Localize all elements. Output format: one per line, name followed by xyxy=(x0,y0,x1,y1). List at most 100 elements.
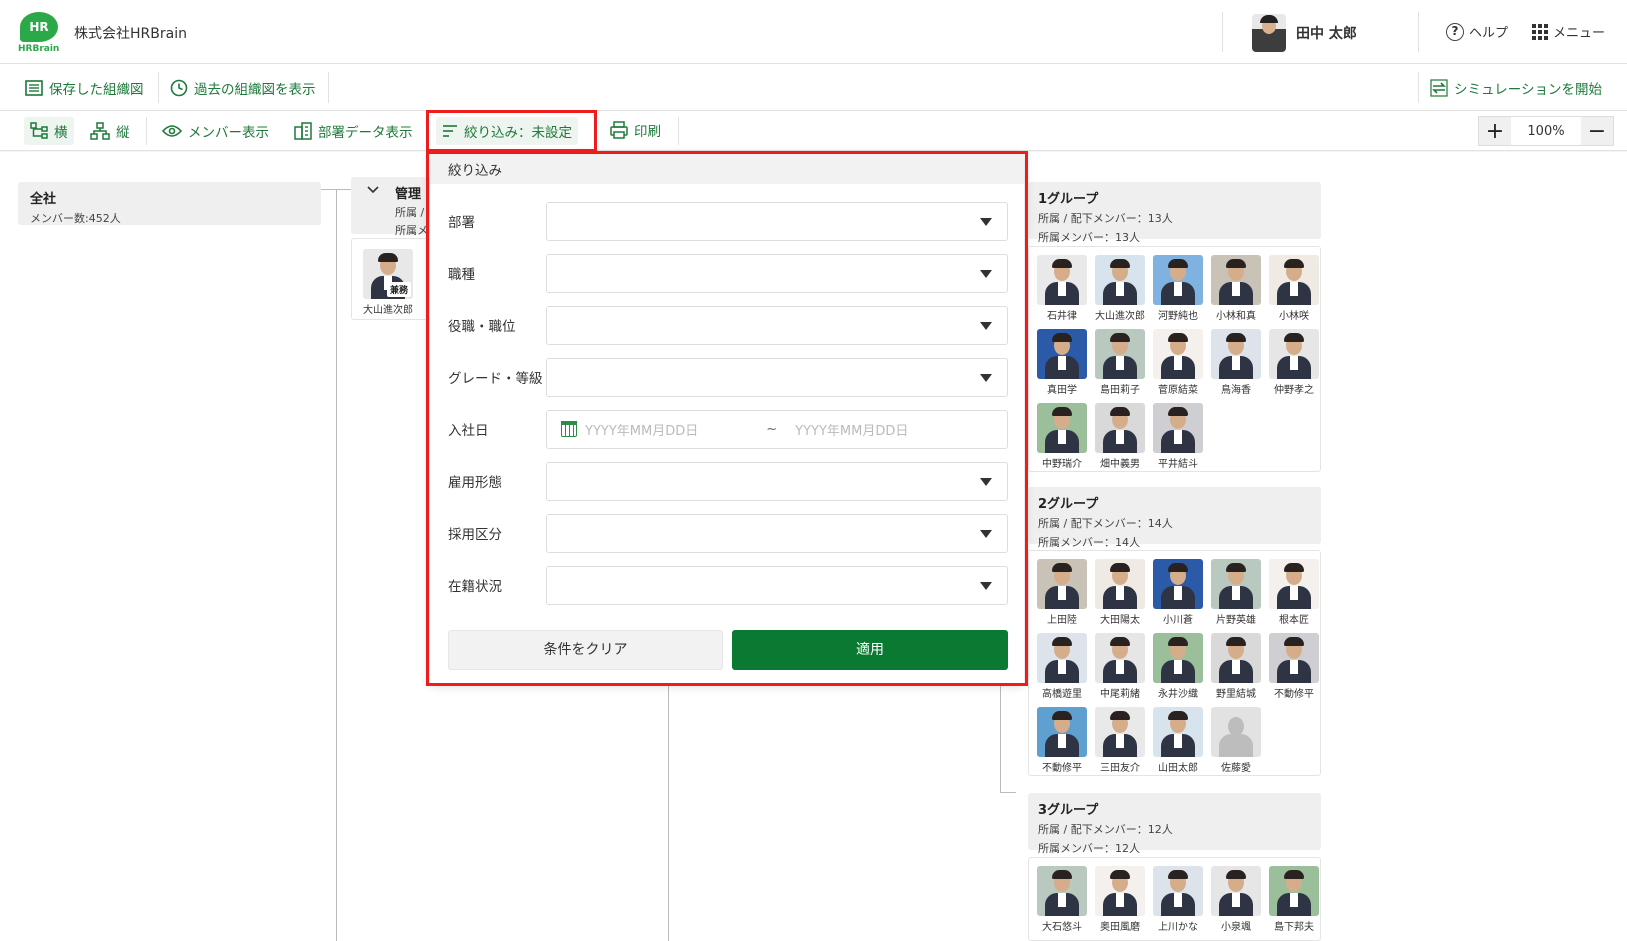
member-name: 大山進次郎 xyxy=(363,305,413,316)
menu-label: メニュー xyxy=(1553,26,1606,41)
member-card[interactable]: 高橋遊里 xyxy=(1037,633,1087,700)
member-name: 平井結斗 xyxy=(1158,459,1198,470)
member-card[interactable]: 片野英雄 xyxy=(1211,559,1261,626)
eye-icon xyxy=(162,125,182,137)
member-card[interactable]: 上川かな xyxy=(1153,866,1203,933)
menu-link[interactable]: メニュー xyxy=(1532,22,1605,41)
member-photo xyxy=(1153,329,1203,379)
member-card[interactable]: 小林咲 xyxy=(1269,255,1319,322)
header-divider xyxy=(1222,12,1223,52)
member-name: 奥田風磨 xyxy=(1100,922,1140,933)
toolbar-divider xyxy=(158,72,159,103)
vertical-tree-icon xyxy=(90,122,110,140)
member-card[interactable]: 鳥海香 xyxy=(1211,329,1261,396)
toolbar-divider xyxy=(678,117,679,145)
member-photo xyxy=(1037,559,1087,609)
member-name: 菅原結菜 xyxy=(1158,385,1198,396)
member-card[interactable]: 小泉颯 xyxy=(1211,866,1261,933)
highlight-box-filter-panel xyxy=(426,151,1028,686)
member-card[interactable]: 三田友介 xyxy=(1095,707,1145,774)
saved-chart-button[interactable]: 保存した組織図 xyxy=(25,78,144,98)
member-card[interactable]: 根本匠 xyxy=(1269,559,1319,626)
company-name: 株式会社HRBrain xyxy=(74,26,187,42)
member-name: 不動修平 xyxy=(1274,689,1314,700)
member-card[interactable]: 上田陸 xyxy=(1037,559,1087,626)
member-photo xyxy=(1211,559,1261,609)
highlight-box-filter-button xyxy=(426,110,597,152)
org-node-root[interactable]: 全社 メンバー数:452人 xyxy=(18,182,321,225)
member-photo xyxy=(1269,866,1319,916)
member-card[interactable]: 中尾莉緒 xyxy=(1095,633,1145,700)
horizontal-tree-icon xyxy=(30,122,48,139)
member-photo xyxy=(1153,633,1203,683)
member-card[interactable]: 島下邦夫 xyxy=(1269,866,1319,933)
member-card[interactable]: 菅原結菜 xyxy=(1153,329,1203,396)
zoom-out-button[interactable]: − xyxy=(1581,117,1613,145)
member-card[interactable]: 大田陽太 xyxy=(1095,559,1145,626)
member-card[interactable]: 永井沙織 xyxy=(1153,633,1203,700)
member-name: 片野英雄 xyxy=(1216,615,1256,626)
member-photo xyxy=(1269,559,1319,609)
node-line1: 所属 / 配下メンバー：13人 xyxy=(1038,212,1173,225)
horizontal-layout-button[interactable]: 横 xyxy=(24,117,74,145)
member-card[interactable]: 河野純也 xyxy=(1153,255,1203,322)
member-card[interactable]: 石井律 xyxy=(1037,255,1087,322)
member-card[interactable]: 小川蒼 xyxy=(1153,559,1203,626)
member-card[interactable]: 大石悠斗 xyxy=(1037,866,1087,933)
list-icon xyxy=(25,80,43,96)
member-name: 上川かな xyxy=(1158,922,1198,933)
print-button[interactable]: 印刷 xyxy=(610,120,661,140)
member-photo xyxy=(1269,329,1319,379)
logo-wordmark: HRBrain xyxy=(18,44,60,54)
member-card[interactable]: 島田莉子 xyxy=(1095,329,1145,396)
member-name: 上田陸 xyxy=(1047,615,1077,626)
member-card[interactable]: 仲野孝之 xyxy=(1269,329,1319,396)
member-card[interactable]: 奥田風磨 xyxy=(1095,866,1145,933)
member-card[interactable]: 大山進次郎 xyxy=(1095,255,1145,322)
member-name: 河野純也 xyxy=(1158,311,1198,322)
help-icon: ? xyxy=(1446,22,1464,41)
member-name: 不動修平 xyxy=(1042,763,1082,774)
start-simulation-button[interactable]: シミュレーションを開始 xyxy=(1430,78,1602,98)
member-card[interactable]: 小林和真 xyxy=(1211,255,1261,322)
dept-data-view-label: 部署データ表示 xyxy=(318,125,413,141)
member-photo xyxy=(1211,866,1261,916)
member-card[interactable]: 不動修平 xyxy=(1269,633,1319,700)
member-card[interactable]: 山田太郎 xyxy=(1153,707,1203,774)
member-card[interactable]: 不動修平 xyxy=(1037,707,1087,774)
zoom-in-button[interactable]: + xyxy=(1479,117,1511,145)
member-photo xyxy=(1211,329,1261,379)
view-toolbar: 横 縦 メンバー表示 部署データ表示 絞り込み：未設定 印刷 xyxy=(0,111,1627,151)
member-photo xyxy=(1095,866,1145,916)
member-name: 大石悠斗 xyxy=(1042,922,1082,933)
member-photo xyxy=(1153,403,1203,453)
chart-toolbar: 保存した組織図 過去の組織図を表示 シミュレーションを開始 xyxy=(0,64,1627,111)
printer-icon xyxy=(610,121,628,139)
member-card[interactable]: 野里結城 xyxy=(1211,633,1261,700)
member-card[interactable]: 平井結斗 xyxy=(1153,403,1203,470)
mgmt-member-grid: 兼務 大山進次郎 xyxy=(351,238,431,320)
user-menu[interactable]: 田中 太郎 xyxy=(1252,14,1357,52)
vertical-layout-button[interactable]: 縦 xyxy=(90,121,130,141)
hrbrain-logo[interactable]: HR HRBrain xyxy=(18,12,60,54)
dept-data-view-button[interactable]: 部署データ表示 xyxy=(294,121,413,141)
start-simulation-label: シミュレーションを開始 xyxy=(1454,82,1602,98)
member-photo: 兼務 xyxy=(363,249,413,299)
toolbar-divider xyxy=(146,117,147,145)
past-chart-button[interactable]: 過去の組織図を表示 xyxy=(170,78,316,98)
member-card[interactable]: 佐藤愛 xyxy=(1211,707,1261,774)
org-node-group-3[interactable]: 3グループ 所属 / 配下メンバー：12人 所属メンバー：12人 xyxy=(1028,793,1321,855)
member-card[interactable]: 畑中義男 xyxy=(1095,403,1145,470)
member-view-button[interactable]: メンバー表示 xyxy=(162,121,269,141)
member-card[interactable]: 中野瑞介 xyxy=(1037,403,1087,470)
member-card[interactable]: 真田学 xyxy=(1037,329,1087,396)
org-node-group-1[interactable]: 1グループ 所属 / 配下メンバー：13人 所属メンバー：13人 xyxy=(1028,182,1321,244)
building-icon xyxy=(294,122,312,140)
member-name: 永井沙織 xyxy=(1158,689,1198,700)
org-node-group-2[interactable]: 2グループ 所属 / 配下メンバー：14人 所属メンバー：14人 xyxy=(1028,487,1321,549)
chevron-down-icon[interactable] xyxy=(367,186,379,194)
member-name: 島田莉子 xyxy=(1100,385,1140,396)
help-link[interactable]: ? ヘルプ xyxy=(1446,22,1508,41)
node-title: 1グループ xyxy=(1038,192,1099,207)
member-card[interactable]: 兼務 大山進次郎 xyxy=(363,249,413,316)
